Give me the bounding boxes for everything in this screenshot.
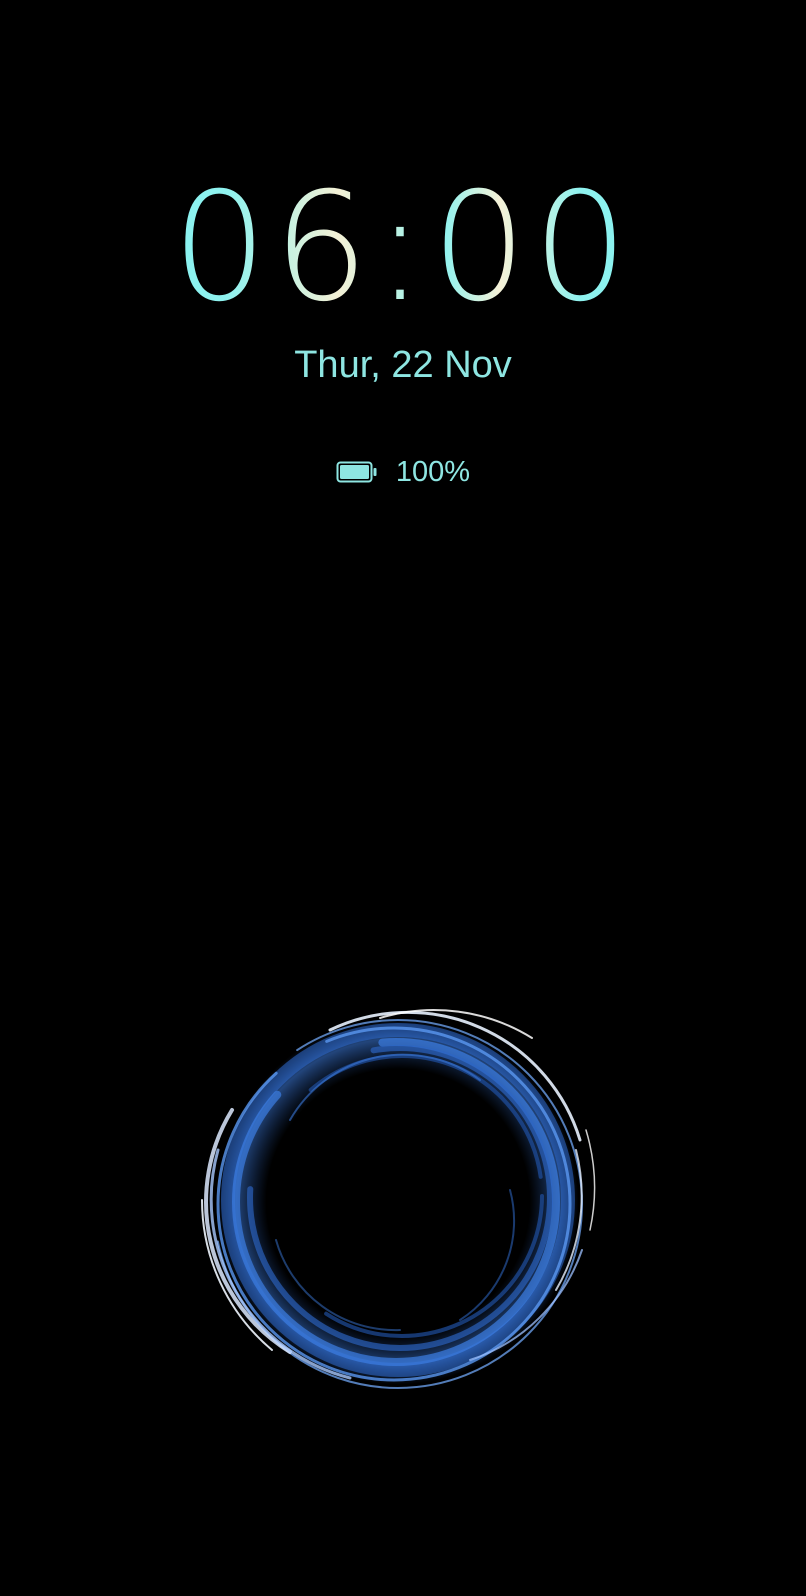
battery-percentage: 100%	[395, 456, 471, 488]
date-label: Thur, 22 Nov	[294, 344, 512, 386]
swirl-ring-graphic	[180, 990, 620, 1410]
clock-time: 06:00	[0, 158, 806, 338]
battery-status: 100%	[0, 452, 806, 492]
always-on-display: 06:00 Thur, 22 Nov 100%	[0, 0, 806, 1596]
battery-full-icon	[336, 461, 377, 483]
swirl-ring-icon	[201, 1009, 596, 1392]
